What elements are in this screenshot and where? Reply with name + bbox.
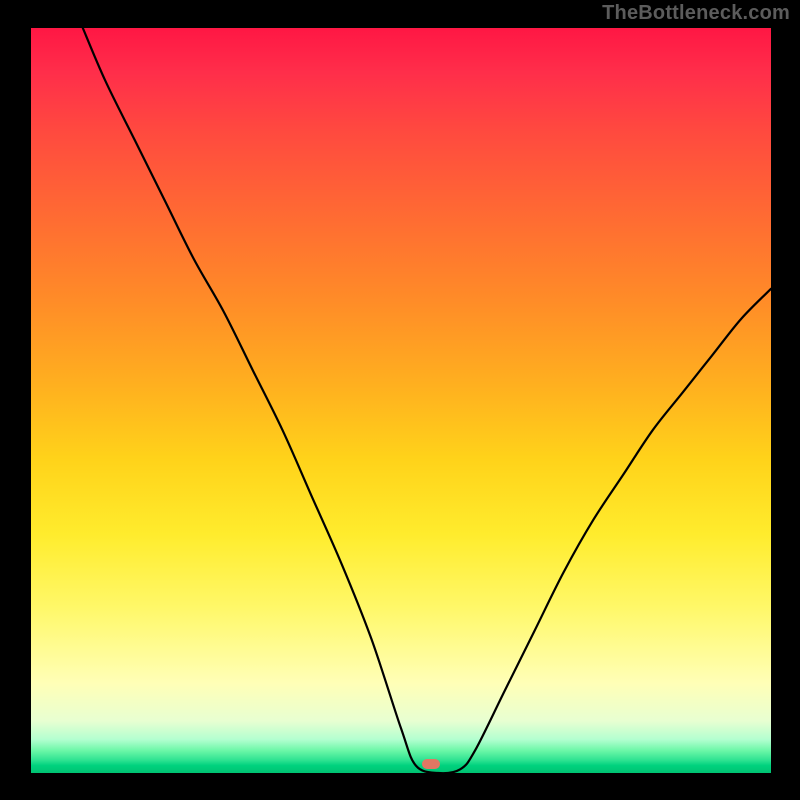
bottleneck-curve <box>31 28 771 773</box>
plot-area <box>31 28 771 773</box>
optimal-marker <box>422 759 440 769</box>
watermark-text: TheBottleneck.com <box>602 2 790 25</box>
